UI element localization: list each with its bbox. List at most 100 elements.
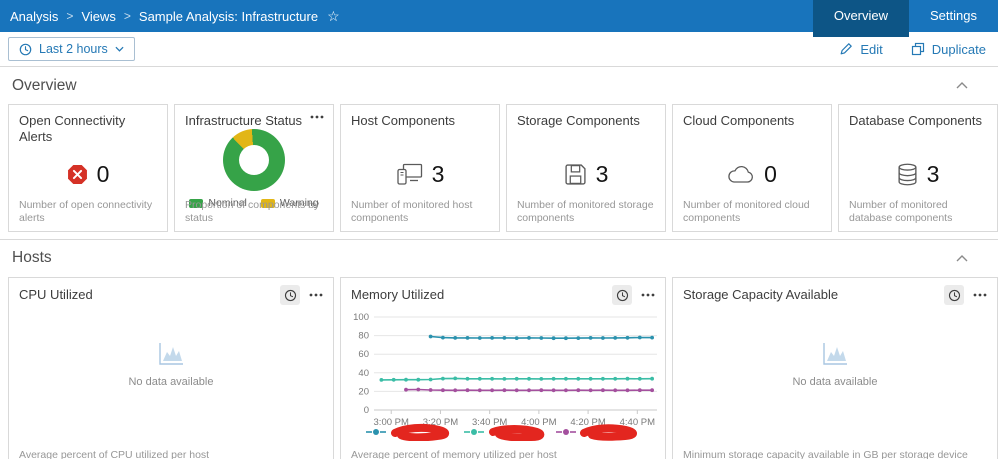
card-title: Storage Capacity Available: [683, 287, 838, 303]
breadcrumb: Analysis > Views > Sample Analysis: Infr…: [0, 8, 340, 25]
redacted-label-scribble: [388, 423, 454, 441]
time-range-button[interactable]: Last 2 hours: [8, 37, 135, 61]
card-footer: Number of monitored host components: [351, 199, 493, 226]
time-settings-button[interactable]: [944, 285, 964, 305]
legend-item-host-2[interactable]: [464, 423, 546, 441]
card-title: Database Components: [849, 113, 982, 129]
memory-line-chart: 0204060801003:00 PM3:20 PM3:40 PM4:00 PM…: [341, 307, 665, 429]
duplicate-button[interactable]: Duplicate: [911, 42, 986, 57]
cloud-count: 0: [764, 161, 777, 188]
empty-state: No data available: [673, 340, 997, 388]
section-hosts-header: Hosts: [0, 239, 998, 276]
card-storage-capacity-available: Storage Capacity Available No data avail…: [672, 277, 998, 459]
legend-item-host-3[interactable]: [556, 423, 640, 441]
memory-chart-legend: [341, 423, 665, 441]
clock-icon: [284, 289, 297, 302]
cloud-icon: [727, 165, 755, 184]
svg-text:20: 20: [358, 386, 369, 397]
storage-count: 3: [596, 161, 609, 188]
section-overview-title: Overview: [12, 77, 77, 95]
card-footer: Minimum storage capacity available in GB…: [683, 449, 991, 459]
no-data-chart-icon: [819, 340, 851, 368]
svg-text:40: 40: [358, 368, 369, 379]
card-memory-utilized: Memory Utilized 0204060801003:00 PM3:20 …: [340, 277, 666, 459]
chevron-up-icon: [956, 82, 968, 89]
no-data-text: No data available: [128, 376, 213, 388]
card-host-components: Host Components 3 Number of monitored ho…: [340, 104, 500, 232]
chevron-down-icon: [115, 46, 124, 52]
card-title: CPU Utilized: [19, 287, 93, 303]
card-title: Memory Utilized: [351, 287, 444, 303]
card-footer: Average percent of CPU utilized per host: [19, 449, 327, 459]
favorite-star-icon[interactable]: ☆: [327, 8, 340, 25]
overflow-menu-icon[interactable]: [972, 291, 988, 299]
clock-icon: [616, 289, 629, 302]
breadcrumb-separator: >: [66, 9, 73, 23]
card-cpu-utilized: CPU Utilized No data available Average p…: [8, 277, 334, 459]
tab-overview[interactable]: Overview: [813, 0, 909, 37]
overflow-menu-icon[interactable]: [309, 113, 325, 121]
time-range-label: Last 2 hours: [39, 42, 108, 56]
svg-text:0: 0: [364, 405, 369, 416]
series-marker: [464, 427, 484, 437]
alert-octagon-x-icon: [67, 164, 88, 185]
edit-label: Edit: [860, 42, 882, 57]
view-tabs: Overview Settings: [813, 0, 998, 37]
card-footer: Number of open connectivity alerts: [19, 199, 161, 226]
breadcrumb-views[interactable]: Views: [81, 9, 115, 24]
card-storage-components: Storage Components 3 Number of monitored…: [506, 104, 666, 232]
empty-state: No data available: [9, 340, 333, 388]
svg-text:100: 100: [353, 312, 369, 323]
collapse-overview-button[interactable]: [954, 80, 970, 91]
card-infrastructure-status: Infrastructure Status Nominal Warning Pr…: [174, 104, 334, 232]
toolbar-actions: Edit Duplicate: [839, 42, 986, 57]
overflow-menu-icon[interactable]: [640, 291, 656, 299]
pencil-icon: [839, 42, 853, 56]
section-overview-header: Overview: [0, 67, 998, 104]
card-footer: Number of monitored cloud components: [683, 199, 825, 226]
host-components-icon: [396, 163, 423, 186]
card-title: Open Connectivity Alerts: [19, 113, 159, 144]
card-footer: Average percent of memory utilized per h…: [351, 449, 659, 459]
no-data-text: No data available: [792, 376, 877, 388]
card-title: Cloud Components: [683, 113, 794, 129]
card-footer: Proportion of components by status: [185, 199, 327, 226]
breadcrumb-separator: >: [124, 9, 131, 23]
toolbar: Last 2 hours Edit Duplicate: [0, 32, 998, 67]
legend-item-host-1[interactable]: [366, 423, 454, 441]
tab-settings[interactable]: Settings: [909, 0, 998, 37]
top-bar: Analysis > Views > Sample Analysis: Infr…: [0, 0, 998, 32]
svg-text:60: 60: [358, 349, 369, 360]
series-marker: [556, 427, 576, 437]
card-open-connectivity-alerts: Open Connectivity Alerts 0 Number of ope…: [8, 104, 168, 232]
collapse-hosts-button[interactable]: [954, 253, 970, 264]
edit-button[interactable]: Edit: [839, 42, 882, 57]
host-count: 3: [432, 161, 445, 188]
card-cloud-components: Cloud Components 0 Number of monitored c…: [672, 104, 832, 232]
card-title: Storage Components: [517, 113, 640, 129]
no-data-chart-icon: [155, 340, 187, 368]
infrastructure-dashboard: Analysis > Views > Sample Analysis: Infr…: [0, 0, 998, 459]
clock-icon: [948, 289, 961, 302]
card-database-components: Database Components 3 Number of monitore…: [838, 104, 998, 232]
database-count: 3: [927, 161, 940, 188]
time-settings-button[interactable]: [612, 285, 632, 305]
card-title: Host Components: [351, 113, 455, 129]
overflow-menu-icon[interactable]: [308, 291, 324, 299]
clock-icon: [19, 43, 32, 56]
duplicate-icon: [911, 42, 925, 56]
section-hosts-title: Hosts: [12, 249, 52, 267]
svg-text:80: 80: [358, 331, 369, 342]
chevron-up-icon: [956, 255, 968, 262]
card-footer: Number of monitored storage components: [517, 199, 659, 226]
time-settings-button[interactable]: [280, 285, 300, 305]
redacted-label-scribble: [486, 423, 546, 441]
page-title: Sample Analysis: Infrastructure: [139, 9, 318, 24]
overview-kpi-row: Open Connectivity Alerts 0 Number of ope…: [0, 104, 998, 232]
duplicate-label: Duplicate: [932, 42, 986, 57]
series-marker: [366, 427, 386, 437]
alerts-count: 0: [97, 161, 110, 188]
redacted-label-scribble: [578, 423, 640, 441]
hosts-charts-row: CPU Utilized No data available Average p…: [0, 277, 998, 459]
breadcrumb-analysis[interactable]: Analysis: [10, 9, 58, 24]
